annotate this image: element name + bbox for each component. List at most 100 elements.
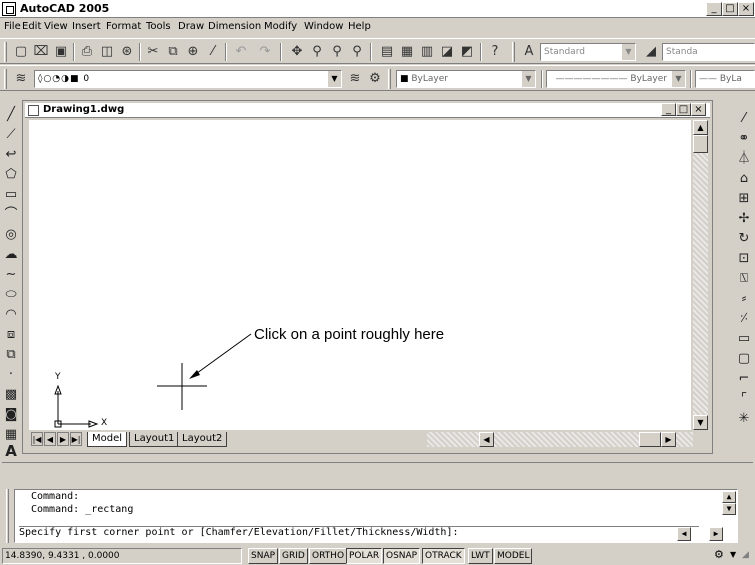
lwt-toggle[interactable]: LWT [468,548,493,564]
insert-block-icon[interactable]: ⧈ [2,326,20,344]
scroll-down-arrow-icon[interactable]: ▼ [693,415,708,430]
zoom-window-icon[interactable]: ⚲ [328,43,346,61]
ellipse-arc-icon[interactable]: ◠ [2,306,20,324]
mirror-icon[interactable]: ⏃ [735,150,753,168]
menu-file[interactable]: File [4,21,21,32]
dim-style-combo[interactable]: Standa [662,43,755,61]
drawing-close-button[interactable]: × [691,103,706,116]
design-center-icon[interactable]: ▦ [398,43,416,61]
cmd-scroll-left-arrow-icon[interactable]: ◀ [677,527,691,541]
menu-window[interactable]: Window [304,21,343,32]
rectangle-icon[interactable]: ▭ [2,186,20,204]
paste-icon[interactable]: ⊕ [184,43,202,61]
text-style-combo[interactable]: Standard ▼ [540,43,636,61]
point-icon[interactable]: · [2,366,20,384]
erase-icon[interactable]: ⁄ [735,110,753,128]
help-icon[interactable]: ? [486,43,504,61]
communication-center-icon[interactable]: ⚙ [714,548,724,561]
menu-dimension[interactable]: Dimension [208,21,261,32]
copy-icon[interactable]: ⧉ [164,43,182,61]
tab-last-icon[interactable]: ▶| [70,432,82,446]
menu-help[interactable]: Help [348,21,371,32]
otrack-toggle[interactable]: OTRACK [422,548,465,564]
toolbar-grip[interactable] [512,42,515,62]
polyline-icon[interactable]: ↩ [2,146,20,164]
tab-next-icon[interactable]: ▶ [57,432,69,446]
drawing-canvas[interactable]: Y X [29,120,691,430]
polygon-icon[interactable]: ⬠ [2,166,20,184]
chamfer-icon[interactable]: ⌐ [735,370,753,388]
resize-grip-icon[interactable]: ◢ [742,550,749,560]
tab-first-icon[interactable]: |◀ [31,432,43,446]
minimize-button[interactable]: _ [706,2,722,16]
linetype-combo[interactable]: ———————— ByLayer ▼ [546,70,686,88]
scale-icon[interactable]: ⊡ [735,250,753,268]
layer-previous-icon[interactable]: ⚙ [366,70,384,88]
undo-icon[interactable]: ↶ [232,43,250,61]
plot-icon[interactable]: ⎙ [78,43,96,61]
drawing-minimize-button[interactable]: _ [661,103,676,116]
horizontal-scrollbar[interactable]: ◀ ▶ [427,432,693,447]
move-icon[interactable]: ✢ [735,210,753,228]
copy-icon[interactable]: ⚭ [735,130,753,148]
scroll-up-arrow-icon[interactable]: ▲ [693,120,708,135]
construction-line-icon[interactable]: ⟋ [2,126,20,144]
dropdown-arrow-icon[interactable]: ▼ [621,44,635,60]
circle-icon[interactable]: ◎ [2,226,20,244]
make-block-icon[interactable]: ⧉ [2,346,20,364]
drawing-icon[interactable] [28,105,39,116]
new-file-icon[interactable]: ▢ [12,43,30,61]
layer-combo[interactable]: ◊○◔◑■ 0 ▼ [34,70,342,88]
color-combo[interactable]: ■ ByLayer ▼ [396,70,536,88]
layer-manager-icon[interactable]: ≋ [12,70,30,88]
command-window-grip[interactable] [6,489,9,543]
scroll-left-arrow-icon[interactable]: ◀ [479,432,494,447]
hatch-icon[interactable]: ▩ [2,386,20,404]
arc-icon[interactable]: ⌒ [2,206,20,224]
break-at-point-icon[interactable]: ▭ [735,330,753,348]
tab-model[interactable]: Model [87,432,128,447]
array-icon[interactable]: ⊞ [735,190,753,208]
model-toggle[interactable]: MODEL [494,548,533,564]
spline-icon[interactable]: ∼ [2,266,20,284]
command-prompt[interactable]: Specify first corner point or [Chamfer/E… [19,526,699,538]
open-file-icon[interactable]: ⌧ [32,43,50,61]
dropdown-arrow-icon[interactable]: ▼ [327,71,341,87]
maximize-button[interactable]: □ [722,2,738,16]
menu-tools[interactable]: Tools [146,21,171,32]
line-icon[interactable]: ╱ [2,106,20,124]
trim-icon[interactable]: ⸗ [735,290,753,308]
horizontal-scroll-thumb[interactable] [639,432,661,447]
extend-icon[interactable]: ⸓ [735,310,753,328]
revision-cloud-icon[interactable]: ☁ [2,246,20,264]
tab-layout1[interactable]: Layout1 [129,432,180,447]
dropdown-arrow-icon[interactable]: ▼ [521,71,535,87]
vertical-scrollbar[interactable]: ▲ ▼ [693,120,708,430]
tab-prev-icon[interactable]: ◀ [44,432,56,446]
autocad-app-icon[interactable] [2,2,16,16]
scroll-right-arrow-icon[interactable]: ▶ [661,432,676,447]
multiline-text-icon[interactable]: A [2,442,20,460]
vertical-scroll-thumb[interactable] [693,135,708,153]
ellipse-icon[interactable]: ⬭ [2,286,20,304]
match-properties-icon[interactable]: ⁄ [204,43,222,61]
explode-icon[interactable]: ✳ [735,410,753,428]
coordinate-display[interactable]: 14.8390, 9.4331 , 0.0000 [2,548,242,564]
save-icon[interactable]: ▣ [52,43,70,61]
offset-icon[interactable]: ⌂ [735,170,753,188]
redo-icon[interactable]: ↷ [256,43,274,61]
make-object-layer-current-icon[interactable]: ≋ [346,70,364,88]
dropdown-arrow-icon[interactable]: ▼ [671,71,685,87]
toolbar-grip[interactable] [4,69,7,89]
sheet-set-icon[interactable]: ◪ [438,43,456,61]
grid-toggle[interactable]: GRID [279,548,308,564]
menu-modify[interactable]: Modify [264,21,297,32]
ortho-toggle[interactable]: ORTHO [309,548,348,564]
plot-preview-icon[interactable]: ◫ [98,43,116,61]
tray-settings-arrow-icon[interactable]: ▼ [730,550,736,559]
markup-icon[interactable]: ◩ [458,43,476,61]
polar-toggle[interactable]: POLAR [346,548,383,564]
snap-toggle[interactable]: SNAP [248,548,279,564]
cut-icon[interactable]: ✂ [144,43,162,61]
lineweight-combo[interactable]: —— ByLa [695,70,755,88]
